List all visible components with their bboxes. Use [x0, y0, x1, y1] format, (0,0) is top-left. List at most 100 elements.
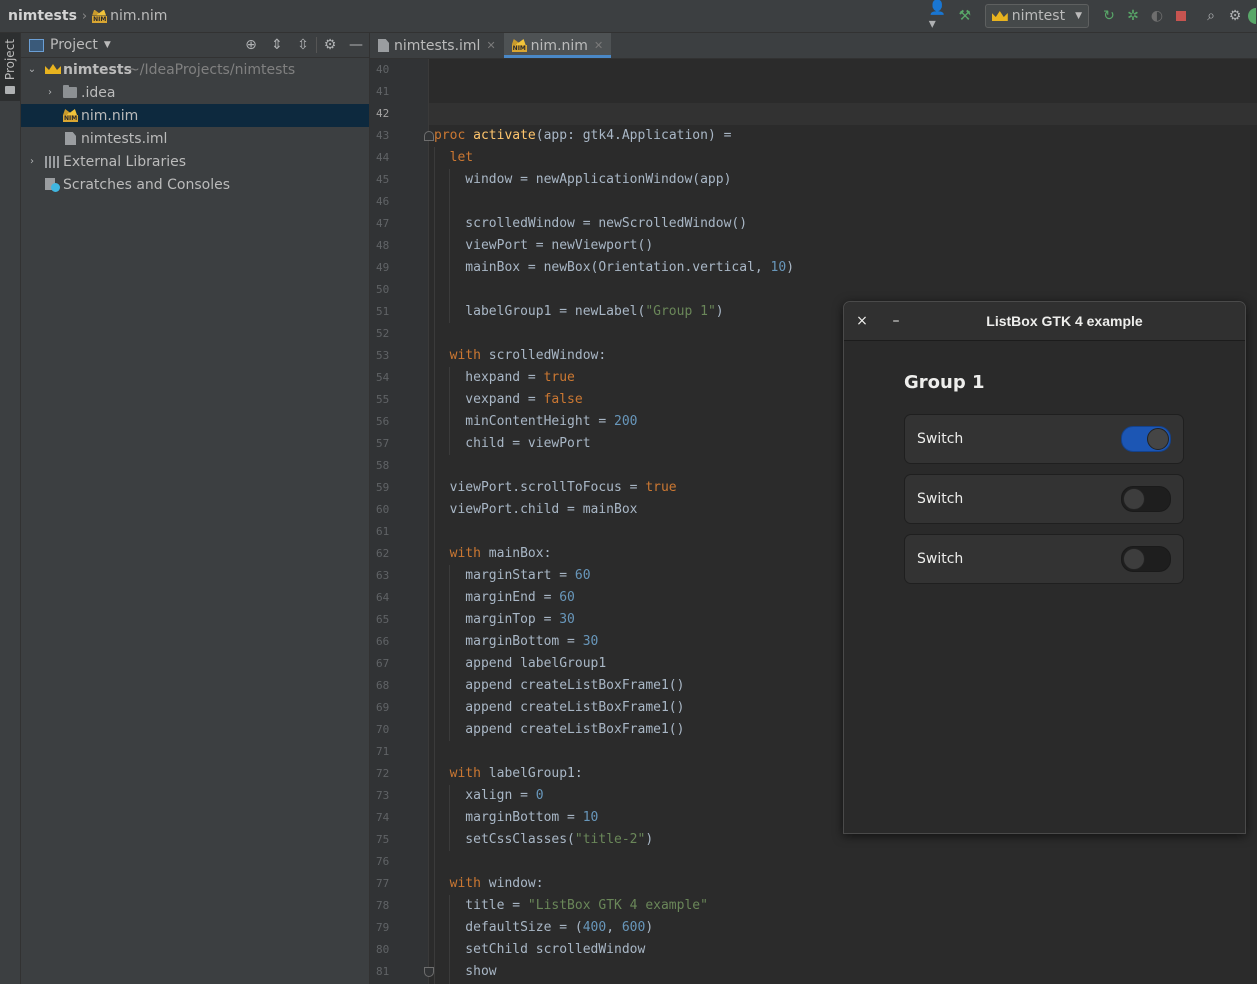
code-line: xalign = 0 [434, 788, 544, 803]
search-icon[interactable]: ⌕ [1199, 4, 1223, 28]
collapsed-arrow-icon[interactable]: › [45, 87, 55, 98]
fold-marker-icon[interactable] [424, 967, 434, 977]
line-number: 62 [376, 547, 390, 560]
code-line: with labelGroup1: [449, 766, 583, 781]
line-number: 56 [376, 415, 390, 428]
close-tab-icon[interactable]: ✕ [594, 39, 603, 52]
code-line: title = "ListBox GTK 4 example" [434, 898, 708, 913]
breadcrumb-file[interactable]: nim.nim [110, 8, 167, 24]
options-gear-icon[interactable]: ⚙ [316, 37, 343, 53]
folder-icon [63, 85, 77, 98]
switch-row: Switch [904, 414, 1184, 464]
fold-marker-icon[interactable] [424, 131, 434, 141]
code-line: with window: [449, 876, 544, 891]
hide-panel-icon[interactable]: — [343, 37, 369, 53]
tree-item-idea[interactable]: › .idea [21, 81, 369, 104]
toggle-switch[interactable] [1121, 486, 1171, 512]
tab-nim-nim[interactable]: nim.nim ✕ [503, 33, 612, 58]
switch-row-label: Switch [917, 431, 964, 447]
breadcrumb-separator: › [81, 8, 88, 24]
stop-icon[interactable] [1169, 4, 1193, 28]
line-number: 43 [376, 129, 390, 142]
line-number: 80 [376, 943, 390, 956]
line-number: 74 [376, 811, 390, 824]
attach-profiler-icon[interactable]: ◐ [1145, 4, 1169, 28]
tab-nimtests-iml[interactable]: nimtests.iml ✕ [370, 33, 504, 58]
nim-crown-icon [45, 64, 61, 74]
line-number: 65 [376, 613, 390, 626]
settings-gear-icon[interactable]: ⚙ [1223, 4, 1247, 28]
line-number: 75 [376, 833, 390, 846]
libraries-icon [45, 155, 60, 168]
line-number: 68 [376, 679, 390, 692]
left-tool-stripe: Project [0, 33, 21, 984]
code-line: viewPort.child = mainBox [434, 502, 638, 517]
user-icon[interactable]: 👤▾ [929, 0, 953, 32]
code-line: viewPort.scrollToFocus = true [434, 480, 677, 495]
root-path: ~/IdeaProjects/nimtests [128, 61, 296, 78]
line-number: 53 [376, 349, 390, 362]
code-line: child = viewPort [434, 436, 591, 451]
line-number: 72 [376, 767, 390, 780]
code-line: append labelGroup1 [434, 656, 607, 671]
close-tab-icon[interactable]: ✕ [486, 39, 495, 52]
nim-crown-icon [991, 11, 1008, 21]
collapsed-arrow-icon[interactable]: › [27, 156, 37, 167]
rerun-icon[interactable]: ↻ [1097, 4, 1121, 28]
close-icon[interactable]: × [852, 311, 872, 331]
code-line: marginBottom = 10 [434, 810, 599, 825]
expanded-arrow-icon[interactable]: ⌄ [27, 64, 37, 75]
breadcrumb-project[interactable]: nimtests [8, 8, 77, 24]
code-line: scrolledWindow = newScrolledWindow() [434, 216, 748, 231]
tree-item-external-libraries[interactable]: › External Libraries [21, 150, 369, 173]
code-line: vexpand = false [434, 392, 583, 407]
line-number: 46 [376, 195, 390, 208]
nim-file-icon [511, 39, 527, 52]
switch-row: Switch [904, 474, 1184, 524]
nim-file-icon [92, 10, 108, 23]
run-configuration-select[interactable]: nimtest ▼ [984, 4, 1089, 28]
debug-bug-icon[interactable]: ✲ [1121, 4, 1145, 28]
update-status-icon[interactable] [1247, 4, 1257, 28]
nim-file-icon [63, 109, 79, 122]
chevron-down-icon: ▼ [1075, 11, 1082, 21]
project-view-selector[interactable]: Project [50, 37, 98, 53]
switch-row-label: Switch [917, 491, 964, 507]
code-line: minContentHeight = 200 [434, 414, 638, 429]
line-number: 59 [376, 481, 390, 494]
line-number: 55 [376, 393, 390, 406]
line-number-gutter[interactable]: 40 41 42 43 44 45 46 47 48 49 50 51 52 53 54 55 56 57 58 59… [370, 59, 429, 984]
code-line: append createListBoxFrame1() [434, 700, 685, 715]
project-tree: ⌄ nimtests ~/IdeaProjects/nimtests › .id… [21, 58, 369, 196]
code-line: let [449, 150, 474, 165]
tree-item-label: nim.nim [81, 107, 139, 124]
line-number: 64 [376, 591, 390, 604]
build-hammer-icon[interactable]: ⚒ [953, 4, 977, 28]
switch-row-label: Switch [917, 551, 964, 567]
project-view-icon [29, 38, 44, 52]
project-tool-label: Project [3, 39, 17, 81]
project-panel: Project ▼ ⊕ ⇕ ⇳ ⚙ — ⌄ nimtests ~/IdeaPro… [21, 33, 370, 984]
line-number: 78 [376, 899, 390, 912]
toggle-switch[interactable] [1121, 546, 1171, 572]
chevron-down-icon[interactable]: ▼ [104, 40, 111, 50]
locate-file-icon[interactable]: ⊕ [238, 37, 264, 53]
code-line: append createListBoxFrame1() [434, 678, 685, 693]
project-panel-tools: ⊕ ⇕ ⇳ ⚙ — [238, 33, 369, 57]
expand-all-icon[interactable]: ⇕ [264, 37, 290, 53]
folder-icon [5, 86, 15, 95]
minimize-icon[interactable]: – [886, 311, 906, 331]
project-tool-window-button[interactable]: Project [0, 33, 20, 101]
tree-item-nim-nim[interactable]: nim.nim [21, 104, 369, 127]
line-number: 66 [376, 635, 390, 648]
tree-item-scratches[interactable]: Scratches and Consoles [21, 173, 369, 196]
tree-item-nimtests-iml[interactable]: nimtests.iml [21, 127, 369, 150]
tree-item-root[interactable]: ⌄ nimtests ~/IdeaProjects/nimtests [21, 58, 369, 81]
toggle-switch[interactable] [1121, 426, 1171, 452]
group-title: Group 1 [904, 372, 985, 393]
code-line: marginBottom = 30 [434, 634, 599, 649]
code-line: marginStart = 60 [434, 568, 591, 583]
code-line: setCssClasses("title-2") [434, 832, 654, 847]
collapse-all-icon[interactable]: ⇳ [290, 37, 316, 53]
iml-file-icon [65, 132, 76, 145]
